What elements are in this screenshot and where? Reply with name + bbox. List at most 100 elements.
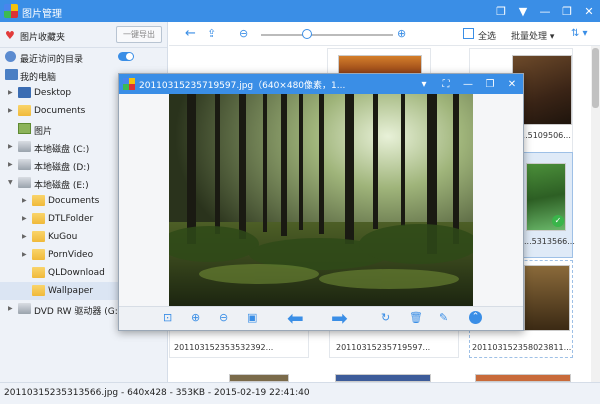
main-toolbar: ← ⇪ ⊖ ⊕ 全选 批量处理 ▾ ⇅ ▾ — [169, 22, 600, 46]
expand-arrow-icon[interactable]: ▶ — [8, 161, 13, 168]
scrollbar-thumb[interactable] — [592, 48, 599, 108]
thumbnail-caption: ...5109506... — [520, 131, 571, 140]
rotate-icon[interactable]: ↻ — [381, 311, 390, 324]
viewer-close-button[interactable]: ✕ — [501, 74, 523, 94]
recent-label: 最近访问的目录 — [20, 55, 84, 65]
folder-icon — [32, 195, 45, 206]
close-button[interactable]: ✕ — [578, 0, 600, 22]
zoom-in-icon[interactable]: ⊕ — [191, 311, 200, 324]
desktop-icon — [18, 87, 31, 98]
viewer-app-icon — [123, 78, 135, 90]
favorites-label[interactable]: 图片收藏夹 — [20, 30, 65, 43]
viewer-minimize-button[interactable]: — — [457, 74, 479, 94]
maximize-button[interactable]: ❐ — [556, 0, 578, 22]
tree-item-label: Wallpaper — [48, 286, 94, 296]
sort-icon[interactable]: ⇅ ▾ — [571, 28, 588, 39]
expand-arrow-icon[interactable]: ▶ — [22, 233, 27, 240]
folder-icon — [32, 249, 45, 260]
dvd-drive-icon — [18, 303, 31, 314]
folder-icon — [32, 231, 45, 242]
expand-arrow-icon[interactable]: ▶ — [8, 143, 13, 150]
viewer-window-controls: ▾ ⛶ — ❐ ✕ — [413, 74, 523, 94]
recent-dirs-row[interactable]: 最近访问的目录 — [0, 48, 167, 66]
thumbnail-caption: ...5313566... — [524, 237, 575, 246]
status-text: 20110315235313566.jpg - 640x428 - 353KB … — [4, 388, 310, 398]
tree-item-label: DVD RW 驱动器 (G: — [34, 307, 118, 317]
back-arrow-icon[interactable]: ← — [185, 26, 196, 41]
expand-arrow-icon[interactable]: ▶ — [22, 215, 27, 222]
select-all-label[interactable]: 全选 — [478, 29, 496, 42]
app-title: 图片管理 — [22, 9, 62, 20]
menu-button[interactable]: ▼ — [512, 0, 534, 22]
viewer-menu-button[interactable]: ▾ — [413, 74, 435, 94]
zoom-slider-handle[interactable] — [302, 29, 313, 39]
favorites-header: ♥ 图片收藏夹 一键导出 — [0, 22, 167, 48]
computer-icon — [5, 69, 18, 80]
window-controls: ❐ ▼ — ❐ ✕ — [490, 0, 600, 22]
zoom-out-icon[interactable]: ⊖ — [219, 311, 228, 324]
zoom-out-icon[interactable]: ⊖ — [239, 27, 248, 40]
viewer-title: 20110315235719597.jpg（640×480像素，1... — [139, 81, 346, 91]
thumbnail-caption: 20110315235719597... — [336, 343, 431, 352]
fit-window-icon[interactable]: ⊡ — [163, 311, 172, 324]
thumbnail-image — [229, 374, 289, 382]
viewer-title-bar: 20110315235719597.jpg（640×480像素，1... ▾ ⛶… — [119, 74, 523, 94]
viewer-body: ⊡ ⊕ ⊖ ▣ ⬅ ➡ ↻ 🗑 ✎ ⌃ — [119, 94, 523, 330]
thumbnail-item[interactable] — [327, 48, 431, 77]
tree-item-label: Desktop — [34, 88, 72, 98]
tree-item-label: DTLFolder — [48, 214, 94, 224]
image-viewer-window: 20110315235719597.jpg（640×480像素，1... ▾ ⛶… — [118, 73, 524, 331]
viewer-toolbar: ⊡ ⊕ ⊖ ▣ ⬅ ➡ ↻ 🗑 ✎ ⌃ — [119, 306, 523, 330]
gallery-scrollbar[interactable] — [591, 46, 600, 382]
thumbnail-image — [524, 265, 570, 331]
select-all-checkbox[interactable] — [463, 28, 474, 39]
upload-icon[interactable]: ⇪ — [207, 27, 216, 40]
folder-icon — [32, 285, 45, 296]
drive-icon — [18, 159, 31, 170]
selected-check-icon[interactable]: ✓ — [552, 215, 564, 227]
recent-toggle[interactable] — [118, 52, 134, 61]
minimize-button[interactable]: — — [534, 0, 556, 22]
tree-item-label: 本地磁盘 (E:) — [34, 181, 89, 191]
collapse-arrow-icon[interactable]: ▼ — [8, 179, 13, 186]
heart-icon: ♥ — [5, 29, 15, 42]
expand-arrow-icon[interactable]: ▶ — [22, 197, 27, 204]
app-title-bar: 图片管理 ❐ ▼ — ❐ ✕ — [0, 0, 600, 22]
tree-item-label: 本地磁盘 (D:) — [34, 163, 90, 173]
delete-icon[interactable]: 🗑 — [409, 311, 423, 324]
folder-icon — [32, 213, 45, 224]
app-logo-icon — [4, 4, 18, 18]
edit-icon[interactable]: ✎ — [439, 311, 448, 324]
tree-item-label: Documents — [48, 196, 100, 206]
expand-arrow-icon[interactable]: ▶ — [8, 89, 13, 96]
status-bar: 20110315235313566.jpg - 640x428 - 353KB … — [0, 382, 600, 404]
forest-photo[interactable] — [169, 94, 473, 306]
batch-process-button[interactable]: 批量处理 ▾ — [511, 29, 554, 42]
thumbnail-caption: 201103152353532392... — [174, 343, 274, 352]
tree-item-label: QLDownload — [48, 268, 105, 278]
previous-arrow-icon[interactable]: ⬅ — [287, 307, 304, 329]
thumbnail-image — [335, 374, 431, 382]
folder-icon — [18, 105, 31, 116]
viewer-maximize-button[interactable]: ❐ — [479, 74, 501, 94]
export-button[interactable]: 一键导出 — [116, 26, 162, 43]
thumbnail-caption: 201103152358023811... — [472, 343, 572, 352]
recent-icon — [5, 51, 16, 62]
more-options-icon[interactable]: ⌃ — [469, 311, 482, 324]
zoom-in-icon[interactable]: ⊕ — [397, 27, 406, 40]
viewer-fullscreen-button[interactable]: ⛶ — [435, 74, 457, 94]
tree-item-label: 本地磁盘 (C:) — [34, 145, 90, 155]
expand-arrow-icon[interactable]: ▶ — [8, 305, 13, 312]
my-computer-label: 我的电脑 — [20, 73, 57, 83]
expand-arrow-icon[interactable]: ▶ — [8, 107, 13, 114]
tree-item-label: 图片 — [34, 127, 53, 137]
actual-size-icon[interactable]: ▣ — [247, 311, 257, 324]
tree-item-label: Documents — [34, 106, 86, 116]
zoom-slider[interactable] — [261, 34, 393, 36]
tree-item-label: PornVideo — [48, 250, 94, 260]
picture-icon — [18, 123, 31, 134]
skin-button[interactable]: ❐ — [490, 0, 512, 22]
expand-arrow-icon[interactable]: ▶ — [22, 251, 27, 258]
next-arrow-icon[interactable]: ➡ — [331, 307, 348, 329]
folder-icon — [32, 267, 45, 278]
